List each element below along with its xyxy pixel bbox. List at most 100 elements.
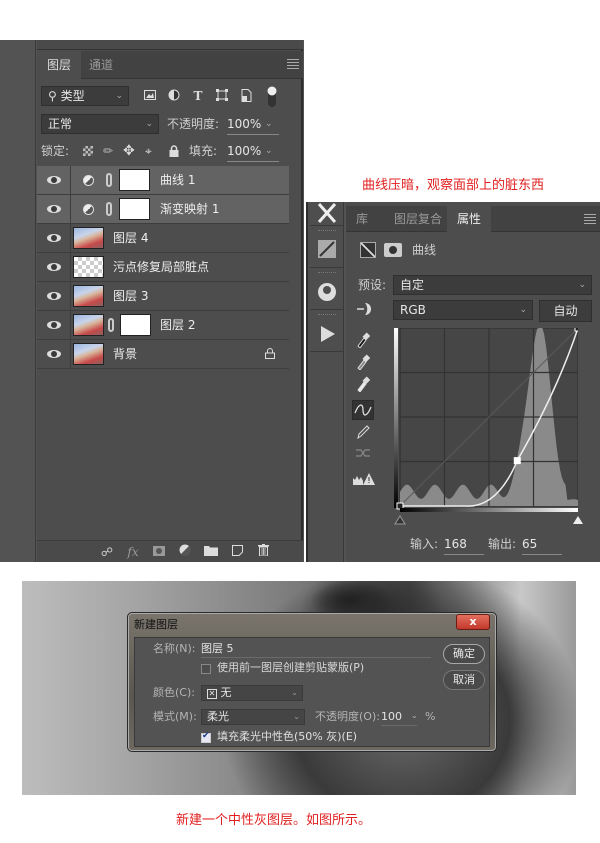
- clipping-warning-icon[interactable]: [352, 472, 376, 490]
- output-value[interactable]: 65: [522, 534, 562, 555]
- visibility-toggle[interactable]: [37, 311, 71, 339]
- clip-mask-label[interactable]: 使用前一图层创建剪贴蒙版(P): [217, 660, 364, 676]
- link-icon[interactable]: [106, 173, 112, 187]
- visibility-toggle[interactable]: [37, 224, 71, 252]
- layer-row[interactable]: 图层 3: [37, 282, 289, 311]
- layer-thumbnail[interactable]: [73, 314, 104, 336]
- chevron-down-icon[interactable]: ⌄: [265, 114, 273, 134]
- name-input[interactable]: 图层 5: [201, 641, 431, 658]
- add-mask-icon[interactable]: [151, 544, 167, 560]
- layer-mask-thumbnail[interactable]: [120, 314, 151, 336]
- layer-thumbnail[interactable]: [73, 256, 104, 278]
- white-point-slider[interactable]: [573, 516, 583, 524]
- fill-neutral-label[interactable]: 填充柔光中性色(50% 灰)(E): [217, 729, 357, 745]
- visibility-toggle[interactable]: [37, 166, 71, 194]
- tab-properties[interactable]: 属性: [447, 206, 492, 232]
- delete-icon[interactable]: [255, 544, 271, 560]
- lock-position-icon[interactable]: ✥: [123, 141, 135, 161]
- tab-channels[interactable]: 通道: [79, 51, 123, 79]
- curve-control-point[interactable]: [574, 328, 578, 332]
- auto-button[interactable]: 自动: [539, 300, 592, 322]
- tab-layer-comps[interactable]: 图层复合: [384, 206, 452, 232]
- visibility-toggle[interactable]: [37, 253, 71, 281]
- lock-paint-icon[interactable]: ✏: [103, 141, 113, 161]
- layer-row[interactable]: 图层 4: [37, 224, 289, 253]
- black-point-slider[interactable]: [394, 515, 406, 525]
- image-filter-icon[interactable]: [143, 89, 157, 103]
- visibility-toggle[interactable]: [37, 195, 71, 223]
- clip-mask-checkbox[interactable]: [201, 664, 211, 674]
- preset-select[interactable]: 自定 ⌄: [393, 275, 592, 295]
- collapse-button[interactable]: [310, 202, 344, 226]
- curve-control-point[interactable]: [513, 457, 521, 465]
- adjustment-filter-icon[interactable]: [167, 89, 181, 103]
- sample-white-icon[interactable]: [354, 376, 372, 394]
- layer-row[interactable]: 渐变映射 1: [37, 195, 289, 224]
- layer-name[interactable]: 图层 2: [160, 311, 195, 339]
- new-adjustment-icon[interactable]: [177, 544, 193, 560]
- layer-thumbnail[interactable]: [73, 227, 104, 249]
- link-icon[interactable]: [108, 318, 114, 332]
- layer-mask-thumbnail[interactable]: [119, 169, 150, 191]
- ok-button[interactable]: 确定: [443, 644, 485, 664]
- pencil-icon[interactable]: [354, 424, 372, 442]
- layer-name[interactable]: 曲线 1: [160, 166, 195, 194]
- filter-kind-select[interactable]: ⚲ 类型 ⌄: [41, 86, 129, 106]
- smart-object-filter-icon[interactable]: [239, 89, 253, 103]
- layer-row[interactable]: 背景: [37, 340, 289, 369]
- layer-row[interactable]: 污点修复局部脏点: [37, 253, 289, 282]
- smooth-icon[interactable]: [354, 446, 372, 464]
- channel-select[interactable]: RGB ⌄: [393, 300, 533, 320]
- chevron-down-icon[interactable]: ⌄: [411, 708, 418, 724]
- panel-menu-icon[interactable]: [287, 59, 299, 69]
- properties-tabs: 库 图层复合 属性: [346, 206, 600, 232]
- link-icon[interactable]: [106, 202, 112, 216]
- layer-name[interactable]: 图层 3: [113, 282, 148, 310]
- visibility-toggle[interactable]: [37, 340, 71, 368]
- character-button[interactable]: [310, 270, 344, 310]
- type-filter-icon[interactable]: T: [191, 89, 205, 103]
- lock-artboard-icon[interactable]: ⌖: [145, 141, 152, 161]
- new-group-icon[interactable]: [203, 544, 219, 560]
- chevron-down-icon: ⌄: [291, 688, 298, 697]
- layer-name[interactable]: 渐变映射 1: [160, 195, 219, 223]
- visibility-toggle[interactable]: [37, 282, 71, 310]
- chevron-down-icon[interactable]: ⌄: [265, 141, 273, 161]
- brush-preset-button[interactable]: [310, 228, 344, 268]
- tab-layers[interactable]: 图层: [37, 51, 82, 79]
- fill-neutral-checkbox[interactable]: [201, 731, 211, 743]
- panel-menu-icon[interactable]: [584, 214, 596, 224]
- cancel-button[interactable]: 取消: [443, 670, 485, 690]
- new-layer-icon[interactable]: [229, 544, 245, 560]
- blend-mode-select[interactable]: 正常 ⌄: [41, 114, 159, 134]
- shape-filter-icon[interactable]: [215, 89, 229, 103]
- layer-name[interactable]: 污点修复局部脏点: [113, 253, 209, 281]
- layer-row[interactable]: 曲线 1: [37, 166, 289, 195]
- layer-thumbnail[interactable]: [73, 285, 104, 307]
- sample-gray-icon[interactable]: [354, 354, 372, 372]
- close-button[interactable]: x: [456, 614, 490, 630]
- eye-icon: [47, 176, 61, 184]
- layer-name[interactable]: 图层 4: [113, 224, 148, 252]
- input-value[interactable]: 168: [444, 534, 484, 555]
- actions-play-button[interactable]: [310, 312, 344, 352]
- fx-icon[interactable]: fx: [125, 544, 141, 560]
- lock-transparent-icon[interactable]: [83, 146, 93, 156]
- color-select[interactable]: ✕ 无 ⌄: [201, 685, 303, 701]
- filter-toggle-icon[interactable]: [265, 86, 279, 107]
- layer-mask-thumbnail[interactable]: [119, 198, 150, 220]
- curves-adjustment-icon[interactable]: [360, 242, 376, 258]
- curves-graph[interactable]: [394, 328, 578, 514]
- link-layers-icon[interactable]: ☍: [99, 544, 115, 560]
- lock-all-icon[interactable]: [169, 145, 179, 160]
- layer-thumbnail[interactable]: [73, 343, 104, 365]
- tab-libraries[interactable]: 库: [346, 206, 378, 232]
- curve-edit-icon[interactable]: [352, 400, 374, 420]
- mode-select[interactable]: 柔光 ⌄: [201, 709, 305, 725]
- mask-icon[interactable]: [384, 243, 402, 257]
- layer-name[interactable]: 背景: [113, 340, 137, 368]
- on-image-adjust-icon[interactable]: [356, 302, 374, 320]
- dialog-title: 新建图层: [134, 618, 178, 631]
- sample-black-icon[interactable]: [354, 332, 372, 350]
- layer-row[interactable]: 图层 2: [37, 311, 289, 340]
